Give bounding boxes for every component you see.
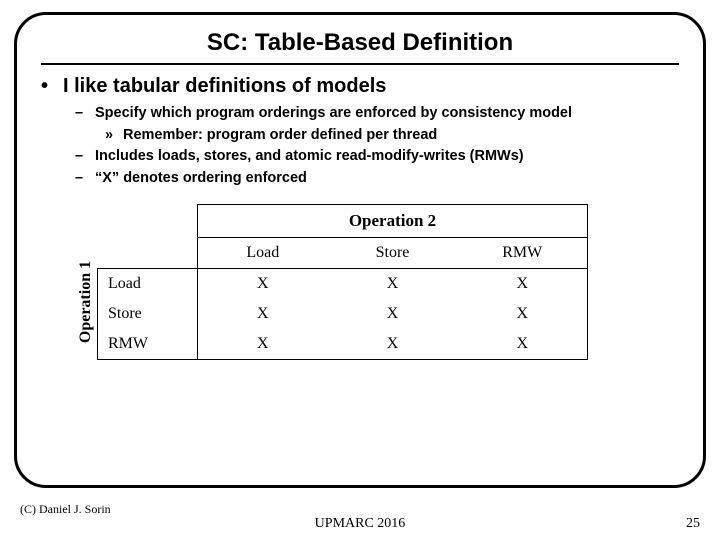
slide-footer: (C) Daniel J. Sorin UPMARC 2016 25	[0, 494, 720, 540]
bullet-dash-icon: –	[75, 147, 95, 167]
bullet-l2a-text: Specify which program orderings are enfo…	[95, 104, 572, 124]
table-cell: X	[198, 329, 328, 360]
title-rule	[41, 63, 679, 65]
table-row: Load Store RMW	[98, 238, 588, 269]
slide-frame: SC: Table-Based Definition • I like tabu…	[14, 12, 706, 488]
bullet-l2b-text: Includes loads, stores, and atomic read-…	[95, 147, 524, 167]
copyright-text: (C) Daniel J. Sorin	[20, 502, 111, 517]
operation-2-label: Operation 2	[198, 205, 588, 238]
conference-text: UPMARC 2016	[0, 516, 720, 532]
empty-cell	[98, 238, 198, 269]
bullet-dash-icon: –	[75, 104, 95, 124]
table-cell: X	[328, 329, 458, 360]
operation-1-text: Operation 1	[77, 261, 95, 343]
table-cell: X	[458, 329, 588, 360]
table-row: RMW X X X	[98, 329, 588, 360]
table-cell: X	[198, 269, 328, 300]
table-cell: X	[328, 299, 458, 329]
table-row: Store X X X	[98, 299, 588, 329]
table-cell: X	[328, 269, 458, 300]
bullet-l1: • I like tabular definitions of models	[41, 75, 679, 98]
bullet-list: • I like tabular definitions of models –…	[41, 75, 679, 188]
ordering-table: Operation 2 Load Store RMW Load X X X St…	[97, 204, 588, 360]
col-header: RMW	[458, 238, 588, 269]
row-header: Load	[98, 269, 198, 300]
table-cell: X	[458, 299, 588, 329]
bullet-dash-icon: –	[75, 169, 95, 189]
empty-cell	[98, 205, 198, 238]
bullet-l2: – Includes loads, stores, and atomic rea…	[75, 147, 679, 167]
table-cell: X	[458, 269, 588, 300]
col-header: Store	[328, 238, 458, 269]
row-header: RMW	[98, 329, 198, 360]
slide-title: SC: Table-Based Definition	[41, 29, 679, 57]
bullet-l3: » Remember: program order defined per th…	[105, 126, 679, 146]
col-header: Load	[198, 238, 328, 269]
ordering-table-wrap: Operation 1 Operation 2 Load Store RMW L…	[75, 204, 679, 360]
table-row: Operation 2	[98, 205, 588, 238]
table-row: Load X X X	[98, 269, 588, 300]
row-header: Store	[98, 299, 198, 329]
bullet-raquo-icon: »	[105, 126, 123, 146]
bullet-l2: – Specify which program orderings are en…	[75, 104, 679, 124]
page-number: 25	[686, 516, 700, 532]
bullet-l2c-text: “X” denotes ordering enforced	[95, 169, 307, 189]
bullet-l2: – “X” denotes ordering enforced	[75, 169, 679, 189]
operation-1-label: Operation 1	[75, 204, 97, 360]
bullet-l3a-text: Remember: program order defined per thre…	[123, 126, 437, 146]
bullet-dot-icon: •	[41, 75, 63, 98]
table-cell: X	[198, 299, 328, 329]
bullet-l1-text: I like tabular definitions of models	[63, 75, 386, 98]
